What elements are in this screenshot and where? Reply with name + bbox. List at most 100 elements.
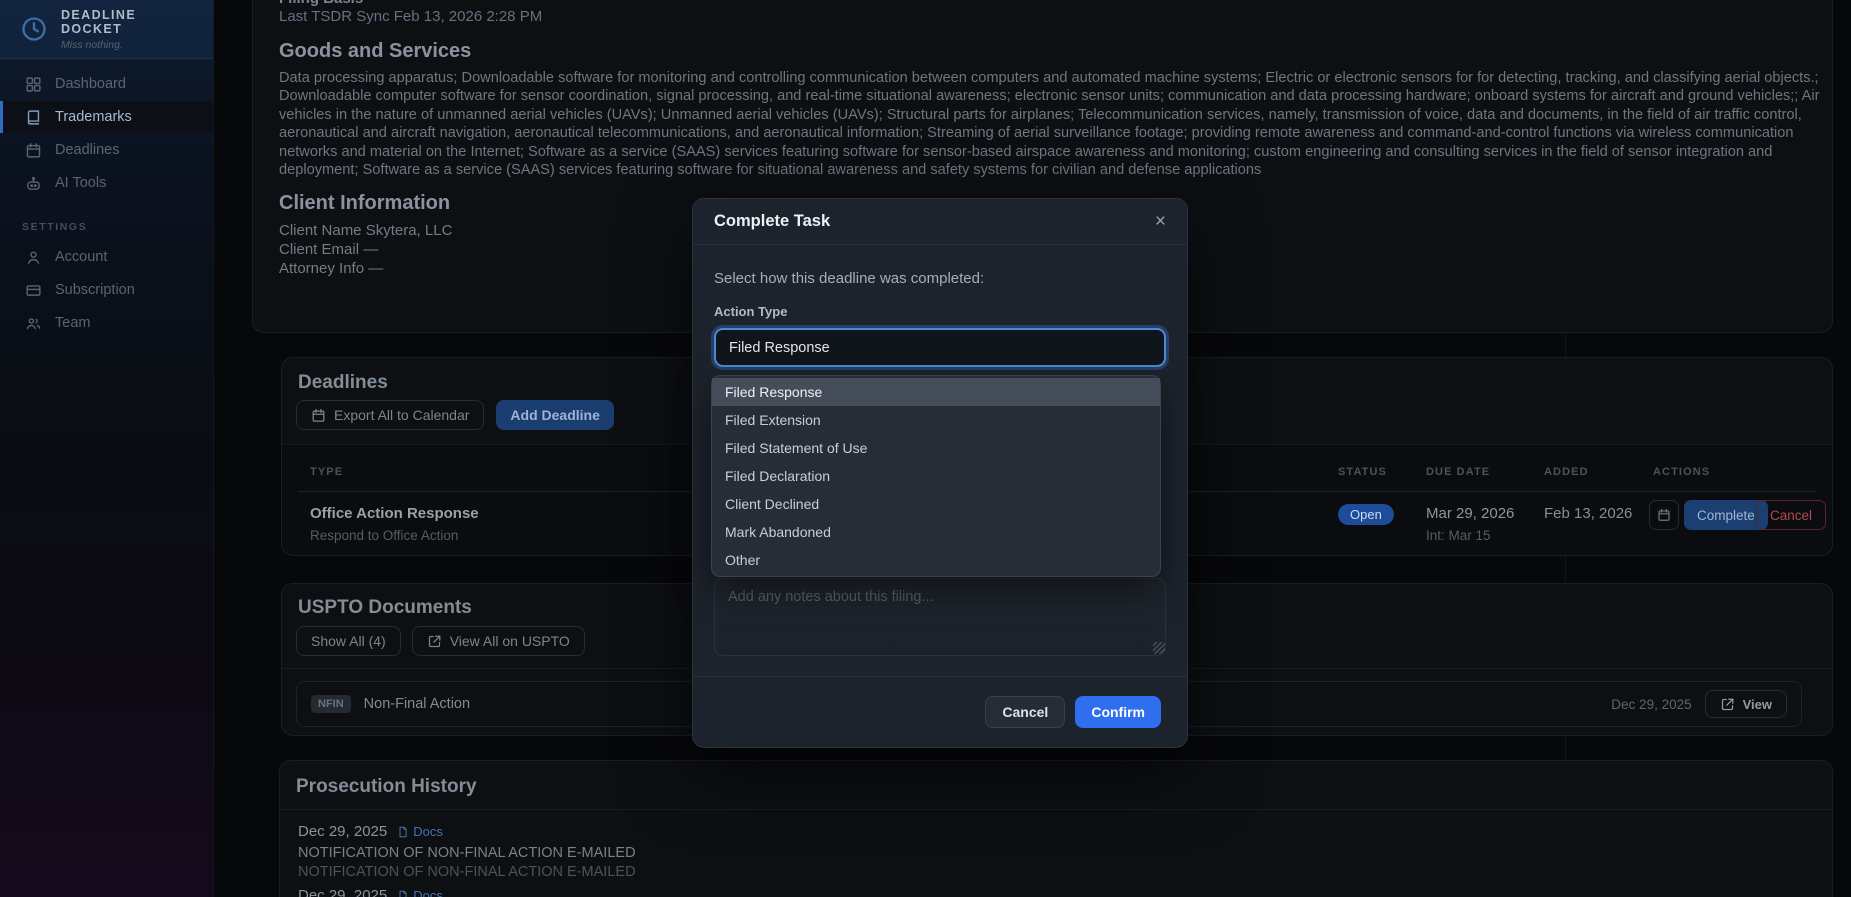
person-icon (27, 250, 40, 264)
sidebar: DEADLINE DOCKET Miss nothing. Dashboard … (0, 0, 214, 897)
view-all-uspto-button[interactable]: View All on USPTO (411, 626, 585, 656)
goods-services-text: Data processing apparatus; Downloadable … (279, 70, 1820, 179)
cancel-button[interactable]: Cancel (985, 696, 1066, 728)
brand-title: DEADLINE DOCKET (61, 7, 137, 36)
doc-view-button[interactable]: View (1704, 690, 1787, 718)
calendar-icon (312, 408, 325, 422)
filing-basis-label: Filing Basis (279, 0, 363, 7)
close-icon[interactable]: × (1155, 212, 1166, 231)
status-badge: Open (1338, 504, 1394, 525)
modal-title: Complete Task (714, 212, 831, 230)
resize-grip-icon[interactable] (1153, 642, 1165, 654)
calendar-icon (1658, 508, 1670, 521)
col-header-due-date: DUE DATE (1426, 466, 1491, 478)
deadline-type: Office Action Response (310, 505, 479, 522)
option-filed-statement-of-use[interactable]: Filed Statement of Use (712, 434, 1160, 462)
option-filed-extension[interactable]: Filed Extension (712, 406, 1160, 434)
notes-textarea[interactable] (714, 578, 1166, 656)
export-calendar-label: Export All to Calendar (334, 407, 470, 423)
deadline-subtype: Respond to Office Action (310, 528, 459, 543)
docs-link[interactable]: Docs (397, 824, 443, 839)
show-all-label: Show All (4) (311, 633, 386, 649)
external-link-icon (428, 635, 441, 647)
file-icon (399, 826, 407, 837)
option-filed-declaration[interactable]: Filed Declaration (712, 462, 1160, 490)
book-icon (27, 109, 40, 125)
doc-view-label: View (1742, 696, 1772, 712)
sidebar-item-ai-tools[interactable]: AI Tools (0, 167, 213, 199)
credit-card-icon (26, 284, 41, 296)
sidebar-item-trademarks[interactable]: Trademarks (0, 101, 213, 133)
external-link-icon (1721, 698, 1734, 710)
deadlines-actions: Export All to Calendar Add Deadline (296, 400, 614, 430)
option-filed-response[interactable]: Filed Response (712, 378, 1160, 406)
prosecution-title: Prosecution History (296, 776, 477, 797)
sidebar-settings-nav: Account Subscription Team (0, 241, 213, 339)
brand-tagline: Miss nothing. (61, 38, 123, 51)
docs-link[interactable]: Docs (397, 888, 443, 897)
prosecution-history-card: Prosecution History Dec 29, 2025 Docs NO… (279, 760, 1833, 897)
client-email: Client Email — (279, 241, 379, 258)
entry-line1: NOTIFICATION OF NON-FINAL ACTION E-MAILE… (298, 845, 636, 861)
sidebar-item-dashboard[interactable]: Dashboard (0, 68, 213, 100)
brand: DEADLINE DOCKET Miss nothing. (0, 0, 213, 59)
doc-code-badge: NFIN (311, 695, 351, 713)
client-info-title: Client Information (279, 192, 451, 214)
col-header-status: STATUS (1338, 466, 1387, 478)
action-type-label: Action Type (714, 304, 788, 319)
due-date: Mar 29, 2026 (1426, 505, 1515, 522)
sidebar-item-label: Deadlines (55, 142, 120, 158)
attorney-info: Attorney Info — (279, 260, 384, 277)
confirm-button[interactable]: Confirm (1075, 696, 1161, 728)
col-header-added: ADDED (1544, 466, 1589, 478)
row-cancel-button[interactable]: Cancel (1756, 500, 1827, 530)
clock-logo-icon (20, 15, 48, 43)
option-client-declined[interactable]: Client Declined (712, 490, 1160, 518)
deadlines-title: Deadlines (298, 372, 388, 393)
sidebar-nav: Dashboard Trademarks Deadlines AI Tools (0, 68, 213, 199)
uspto-title: USPTO Documents (298, 597, 472, 618)
row-calendar-button[interactable] (1649, 500, 1679, 530)
sidebar-item-label: Account (55, 249, 108, 265)
show-all-button[interactable]: Show All (4) (296, 626, 401, 656)
complete-task-modal: Complete Task × Select how this deadline… (692, 198, 1188, 748)
entry-line2: NOTIFICATION OF NON-FINAL ACTION E-MAILE… (298, 864, 636, 880)
sidebar-item-deadlines[interactable]: Deadlines (0, 134, 213, 166)
sidebar-item-label: Team (55, 315, 91, 331)
file-icon (399, 890, 407, 897)
people-icon (26, 317, 41, 329)
view-all-label: View All on USPTO (449, 633, 570, 649)
col-header-actions: ACTIONS (1653, 466, 1711, 478)
doc-date: Dec 29, 2025 (1611, 696, 1692, 712)
grid-icon (26, 76, 41, 92)
docs-link-label: Docs (413, 888, 443, 897)
settings-section-label: SETTINGS (22, 221, 88, 233)
added-date: Feb 13, 2026 (1544, 505, 1633, 522)
sidebar-item-account[interactable]: Account (0, 241, 213, 273)
sidebar-item-label: Trademarks (55, 109, 132, 125)
doc-name: Non-Final Action (363, 696, 471, 712)
modal-header: Complete Task × (693, 199, 1187, 245)
add-deadline-label: Add Deadline (510, 407, 600, 423)
sidebar-item-label: Subscription (55, 282, 135, 298)
sidebar-item-label: AI Tools (55, 175, 107, 191)
app-root: DEADLINE DOCKET Miss nothing. Dashboard … (0, 0, 1851, 897)
modal-prompt: Select how this deadline was completed: (714, 270, 985, 287)
robot-icon (27, 176, 40, 190)
option-other[interactable]: Other (712, 546, 1160, 574)
client-name: Client Name Skytera, LLC (279, 222, 453, 239)
calendar-icon (26, 142, 41, 158)
goods-services-title: Goods and Services (279, 40, 472, 62)
export-calendar-button[interactable]: Export All to Calendar (296, 400, 485, 430)
action-type-dropdown: Filed Response Filed Extension Filed Sta… (711, 375, 1161, 577)
modal-footer: Cancel Confirm (693, 676, 1187, 747)
uspto-actions: Show All (4) View All on USPTO (296, 626, 585, 656)
sidebar-item-team[interactable]: Team (0, 307, 213, 339)
option-mark-abandoned[interactable]: Mark Abandoned (712, 518, 1160, 546)
add-deadline-button[interactable]: Add Deadline (496, 400, 614, 430)
sidebar-item-label: Dashboard (55, 76, 126, 92)
col-header-type: TYPE (310, 466, 344, 478)
sidebar-item-subscription[interactable]: Subscription (0, 274, 213, 306)
action-type-select[interactable] (714, 328, 1166, 367)
entry-date: Dec 29, 2025 (298, 823, 388, 840)
